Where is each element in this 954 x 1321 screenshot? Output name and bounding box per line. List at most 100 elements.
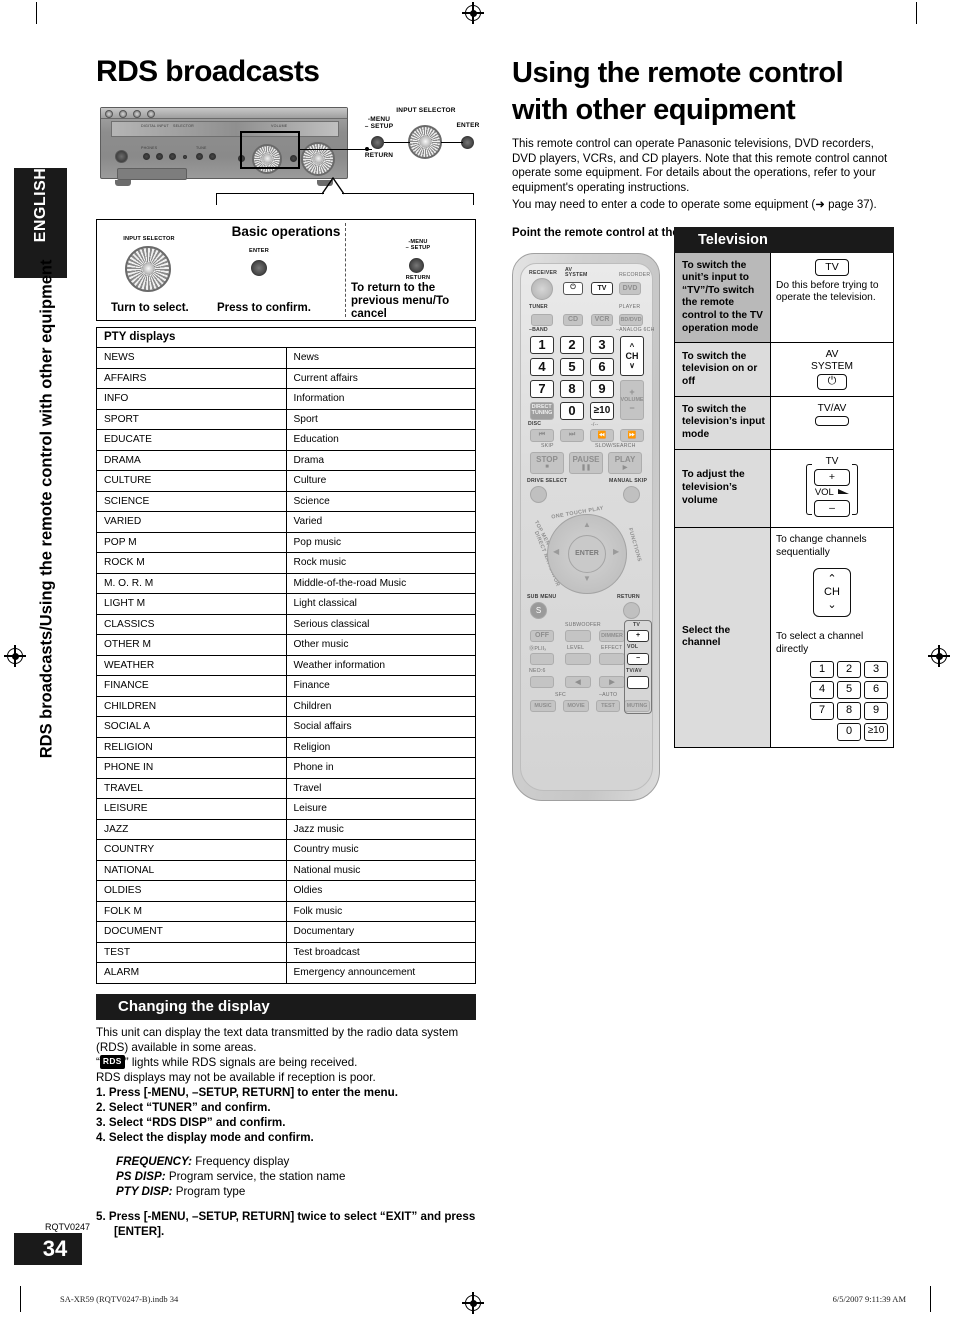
remote-plii-key[interactable]: [530, 652, 554, 665]
remote-off-key[interactable]: OFF: [530, 629, 554, 642]
tv-vol-up-button[interactable]: +: [813, 469, 851, 487]
tv-key-5[interactable]: 5: [837, 681, 861, 700]
remote-search-fwd-key[interactable]: ⏩: [620, 428, 644, 442]
tv-key-switch-input: TV Do this before trying to operate the …: [771, 253, 893, 343]
remote-tv-vol-up-key[interactable]: +: [627, 629, 649, 642]
tv-key-4[interactable]: 4: [810, 681, 834, 700]
pty-description-cell: Documentary: [285, 921, 476, 943]
table-row: NATIONAL National music: [96, 859, 476, 882]
table-row: RELIGION Religion: [96, 736, 476, 759]
changing-para-2: ” lights while RDS signals are being rec…: [124, 1055, 358, 1069]
remote-key-9[interactable]: 9: [590, 379, 614, 398]
tv-key-input-mode: TV/AV: [771, 397, 893, 449]
remote-key-4[interactable]: 4: [530, 357, 554, 376]
remote-direct-tuning-key[interactable]: DIRECT TUNING: [530, 401, 554, 420]
tv-key-button[interactable]: TV: [815, 258, 849, 276]
av-system-power-button[interactable]: ⏻: [816, 373, 848, 390]
pty-description-cell: Sport: [285, 408, 476, 431]
pty-description-cell: Other music: [285, 634, 476, 656]
table-row: Select the channel To change channels se…: [675, 528, 893, 747]
remote-cd-key[interactable]: CD: [563, 313, 583, 326]
tv-key-8[interactable]: 8: [837, 702, 861, 720]
remote-volume-key[interactable]: + VOLUME −: [620, 379, 644, 420]
pty-code-cell: CHILDREN: [96, 695, 287, 718]
remote-stop-key[interactable]: STOP ■: [530, 451, 564, 474]
pty-description-cell: Country music: [285, 839, 476, 861]
tv-key-2[interactable]: 2: [837, 660, 861, 679]
remote-tv-key[interactable]: TV: [591, 281, 613, 295]
pty-code-cell: LIGHT M: [96, 593, 287, 615]
remote-dimmer-key[interactable]: DIMMER: [599, 629, 625, 642]
pty-code-cell: FOLK M: [96, 900, 287, 923]
registration-mark-top: [462, 2, 484, 24]
tv-key-3[interactable]: 3: [864, 660, 888, 679]
tv-key-1[interactable]: 1: [810, 660, 834, 679]
remote-music-key[interactable]: MUSIC: [530, 699, 556, 712]
tv-key-7[interactable]: 7: [810, 702, 834, 720]
tv-key-0[interactable]: 0: [837, 722, 861, 741]
remote-return-key[interactable]: [623, 601, 640, 619]
pty-code-cell: JAZZ: [96, 818, 287, 841]
remote-enter-key[interactable]: ENTER: [568, 534, 606, 573]
enter-label: ENTER: [456, 121, 480, 129]
remote-movie-key[interactable]: MOVIE: [563, 699, 589, 712]
remote-drive-select-key[interactable]: [530, 485, 547, 503]
table-row: POP M Pop music: [96, 531, 476, 554]
table-row: OLDIES Oldies: [96, 880, 476, 902]
remote-dpad-right-icon[interactable]: ▶: [613, 547, 619, 556]
remote-intro-paragraph: This remote control can operate Panasoni…: [512, 138, 888, 194]
tv-key-6[interactable]: 6: [864, 681, 888, 700]
remote-sub-menu-key[interactable]: S: [530, 601, 547, 619]
remote-pause-key[interactable]: PAUSE ❚❚: [569, 451, 603, 474]
remote-tv-av-key[interactable]: [627, 675, 649, 689]
cancel-caption: To return to the previous menu/To cancel: [351, 281, 450, 321]
tv-key-over10[interactable]: ≥10: [864, 722, 888, 741]
remote-key-0[interactable]: 0: [560, 401, 584, 420]
remote-effect-label: EFFECT: [601, 644, 623, 651]
remote-level-up-key[interactable]: ▶: [599, 675, 625, 688]
mode-name: FREQUENCY:: [116, 1155, 193, 1169]
remote-skip-back-key[interactable]: ⏮: [530, 428, 554, 442]
remote-subwoofer-key[interactable]: [565, 629, 591, 642]
remote-key-6[interactable]: 6: [590, 357, 614, 376]
remote-key-over10[interactable]: ≥10: [590, 401, 614, 420]
table-row: PTY displays: [96, 326, 476, 349]
table-row: ROCK M Rock music: [96, 552, 476, 574]
remote-av-system-key[interactable]: ⏻: [563, 281, 583, 295]
tv-key-channel: To change channels sequentially ⌃ CH ⌄ T…: [771, 528, 893, 747]
volume-knob: [301, 141, 335, 176]
tv-ch-rocker-button[interactable]: ⌃ CH ⌄: [813, 567, 851, 618]
remote-key-5[interactable]: 5: [560, 357, 584, 376]
remote-play-key[interactable]: PLAY ▶: [608, 451, 642, 474]
remote-effect-key[interactable]: [599, 652, 625, 665]
language-label: ENGLISH: [32, 167, 49, 243]
tv-key-9[interactable]: 9: [864, 702, 888, 720]
tv-vol-down-button[interactable]: –: [814, 500, 850, 518]
remote-skip-fwd-key[interactable]: ⏭: [560, 428, 584, 442]
remote-key-2[interactable]: 2: [560, 335, 584, 354]
remote-ch-key[interactable]: ^ CH ∨: [620, 335, 644, 376]
remote-dpad-up-icon[interactable]: ▲: [583, 520, 591, 529]
remote-key-1[interactable]: 1: [530, 335, 554, 354]
remote-level-down-key[interactable]: ◀: [565, 675, 591, 688]
tv-av-button[interactable]: [815, 416, 849, 427]
remote-dpad-down-icon[interactable]: ▼: [583, 574, 591, 583]
remote-key-7[interactable]: 7: [530, 379, 554, 398]
remote-manual-skip-key[interactable]: [623, 485, 640, 503]
remote-test-key[interactable]: TEST: [596, 699, 620, 712]
remote-tv-vol-down-key[interactable]: −: [627, 652, 649, 665]
remote-power-button[interactable]: [531, 277, 553, 300]
remote-dpad-left-icon[interactable]: ◀: [553, 547, 559, 556]
remote-vcr-key[interactable]: VCR: [591, 313, 613, 326]
table-row: SCIENCE Science: [96, 490, 476, 513]
pty-code-cell: DOCUMENT: [96, 921, 287, 943]
table-row: M. O. R. M Middle-of-the-road Music: [96, 572, 476, 595]
remote-bd-dvd-key[interactable]: BD/DVD: [619, 313, 643, 326]
remote-level-key[interactable]: [565, 652, 591, 665]
remote-neo6-key[interactable]: [530, 675, 554, 688]
remote-dvd-key[interactable]: DVD: [619, 281, 641, 295]
remote-key-8[interactable]: 8: [560, 379, 584, 398]
remote-search-back-key[interactable]: ⏪: [590, 428, 614, 442]
remote-tuner-key[interactable]: [531, 313, 553, 326]
remote-key-3[interactable]: 3: [590, 335, 614, 354]
